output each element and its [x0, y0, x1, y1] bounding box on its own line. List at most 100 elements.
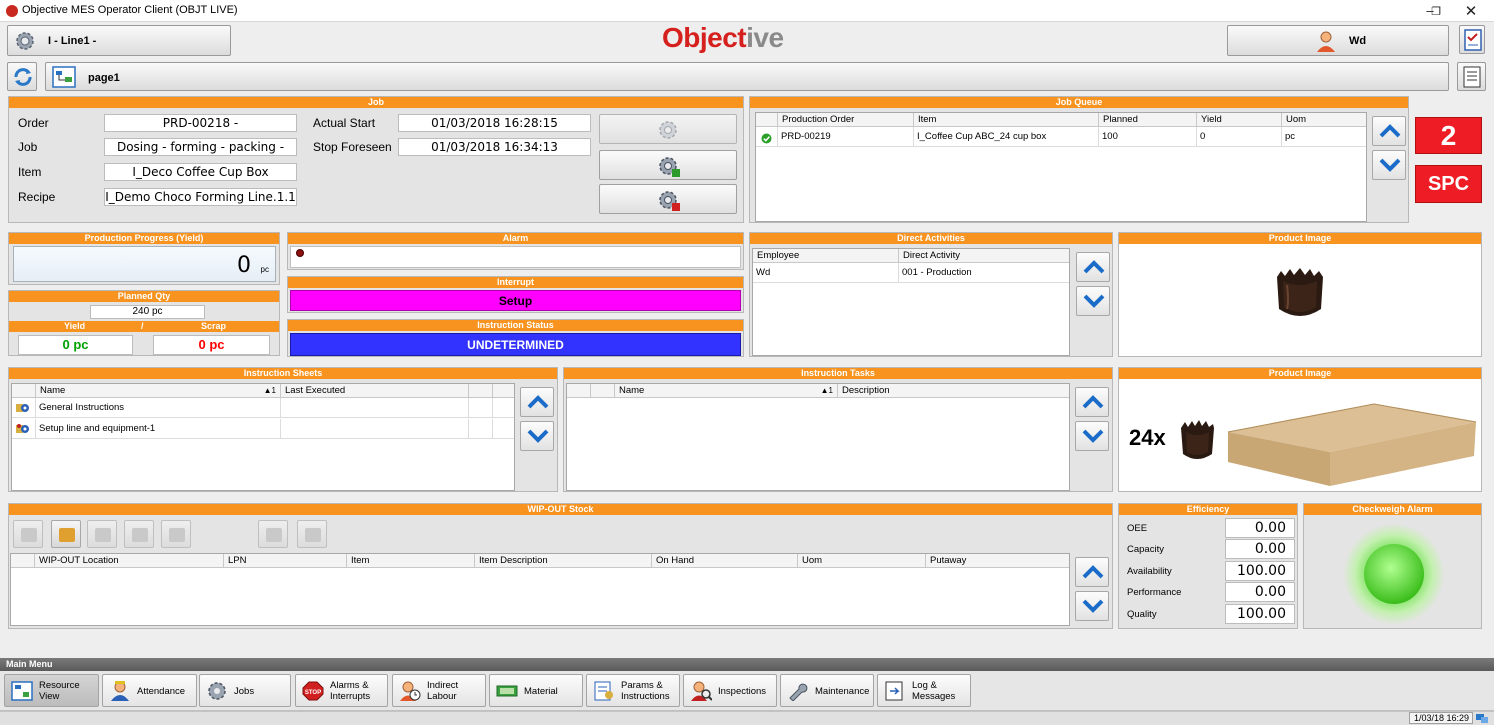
wip-col-on-hand[interactable]: On Hand — [652, 554, 798, 568]
job-queue-col-item[interactable]: Item — [914, 113, 1099, 127]
job-queue-col-planned[interactable]: Planned — [1099, 113, 1197, 127]
menu-alarms-interrupts[interactable]: STOP Alarms & Interrupts — [295, 674, 388, 707]
table-row-item[interactable]: I_Coffee Cup ABC_24 cup box — [914, 127, 1099, 147]
wip-col-lpn[interactable]: LPN — [224, 554, 347, 568]
spc-button[interactable]: SPC — [1415, 165, 1482, 203]
app-logo-icon — [6, 5, 18, 17]
checklist-button[interactable] — [1459, 25, 1485, 54]
wip-move-button[interactable] — [124, 520, 154, 548]
interrupt-value[interactable]: Setup — [290, 290, 741, 311]
job-queue-up-button[interactable] — [1372, 116, 1406, 146]
direct-activities-col-employee[interactable]: Employee — [753, 249, 899, 263]
menu-material[interactable]: Material — [489, 674, 583, 707]
wip-putaway-button[interactable] — [297, 520, 327, 548]
indirect-labour-icon — [400, 681, 421, 701]
table-row-last-executed[interactable] — [281, 419, 469, 439]
wip-col-item-description[interactable]: Item Description — [475, 554, 652, 568]
table-row-employee[interactable]: Wd — [753, 263, 899, 283]
user-button[interactable]: Wd — [1227, 25, 1449, 56]
menu-jobs[interactable]: Jobs — [199, 674, 291, 707]
table-row-activity[interactable]: 001 - Production — [899, 263, 1069, 283]
resource-view-icon — [11, 681, 33, 701]
menu-log-messages[interactable]: Log & Messages — [877, 674, 971, 707]
chevron-up-icon — [1379, 124, 1401, 138]
table-row-extra-2 — [493, 398, 514, 418]
table-row-last-executed[interactable] — [281, 398, 469, 418]
gear-icon — [14, 30, 36, 55]
direct-activities-up-button[interactable] — [1076, 252, 1110, 282]
log-messages-icon — [885, 681, 903, 701]
chevron-down-icon — [1379, 158, 1401, 172]
instruction-tasks-col-name[interactable]: Name ▲1 — [615, 384, 838, 398]
job-queue-col-yield[interactable]: Yield — [1197, 113, 1282, 127]
direct-activities-col-activity[interactable]: Direct Activity — [899, 249, 1069, 263]
instruction-sheets-col-name[interactable]: Name ▲1 — [36, 384, 281, 398]
table-row-name[interactable]: Setup line and equipment-1 — [36, 419, 281, 439]
maximize-button[interactable]: ❐ — [1426, 5, 1446, 18]
wip-col-putaway[interactable]: Putaway — [926, 554, 1069, 568]
instruction-sheets-down-button[interactable] — [520, 421, 554, 451]
chevron-down-icon — [1083, 294, 1105, 308]
instruction-sheet-icon — [16, 423, 30, 438]
table-row-uom[interactable]: pc — [1282, 127, 1366, 147]
chevron-down-icon — [527, 429, 549, 443]
chevron-up-icon — [527, 395, 549, 409]
quality-label: Quality — [1127, 609, 1157, 620]
menu-inspections[interactable]: Inspections — [683, 674, 777, 707]
job-queue-down-button[interactable] — [1372, 150, 1406, 180]
menu-label: Resource — [39, 680, 80, 691]
menu-label: Instructions — [621, 691, 670, 702]
product-image-panel-1: Product Image — [1118, 232, 1482, 357]
queue-count-badge[interactable]: 2 — [1415, 117, 1482, 154]
menu-attendance[interactable]: Attendance — [102, 674, 197, 707]
alarm-header: Alarm — [288, 233, 743, 244]
menu-indirect-labour[interactable]: Indirect Labour — [392, 674, 486, 707]
start-job-button[interactable] — [599, 114, 737, 144]
job-queue-col-status — [756, 113, 778, 127]
menu-resource-view[interactable]: Resource View — [4, 674, 99, 707]
table-row-name[interactable]: General Instructions — [36, 398, 281, 418]
instruction-tasks-up-button[interactable] — [1075, 387, 1109, 417]
table-row-planned[interactable]: 100 — [1099, 127, 1197, 147]
stop-job-button[interactable] — [599, 184, 737, 214]
wip-up-button[interactable] — [1075, 557, 1109, 587]
wip-add-button[interactable] — [13, 520, 43, 548]
menu-label: Labour — [427, 691, 457, 702]
menu-maintenance[interactable]: Maintenance — [780, 674, 874, 707]
table-row-order[interactable]: PRD-00219 — [778, 127, 914, 147]
job-queue-col-order[interactable]: Production Order — [778, 113, 914, 127]
instruction-tasks-col-description[interactable]: Description — [838, 384, 1069, 398]
table-row-yield[interactable]: 0 — [1197, 127, 1282, 147]
oee-label: OEE — [1127, 523, 1148, 534]
instruction-sheets-col-last-executed[interactable]: Last Executed — [281, 384, 469, 398]
instruction-status-panel: Instruction Status UNDETERMINED — [287, 319, 744, 357]
menu-params-instructions[interactable]: Params & Instructions — [586, 674, 680, 707]
job-queue-col-uom[interactable]: Uom — [1282, 113, 1366, 127]
direct-activities-down-button[interactable] — [1076, 286, 1110, 316]
efficiency-panel: Efficiency OEE 0.00 Capacity 0.00 Availa… — [1118, 503, 1298, 629]
instruction-sheets-up-button[interactable] — [520, 387, 554, 417]
oee-value: 0.00 — [1225, 518, 1295, 538]
pause-job-button[interactable] — [599, 150, 737, 180]
wip-new-button[interactable] — [51, 520, 81, 548]
wip-down-button[interactable] — [1075, 591, 1109, 621]
instruction-status-header: Instruction Status — [288, 320, 743, 331]
alarm-display — [290, 246, 741, 268]
planned-qty-header: Planned Qty — [9, 291, 279, 302]
wip-col-uom[interactable]: Uom — [798, 554, 926, 568]
sort-ascending-icon: ▲1 — [263, 386, 276, 395]
progress-value: 0 — [237, 253, 251, 278]
document-button[interactable] — [1457, 62, 1486, 91]
wip-col-item[interactable]: Item — [347, 554, 475, 568]
refresh-button[interactable] — [7, 62, 37, 91]
instruction-tasks-down-button[interactable] — [1075, 421, 1109, 451]
wip-delete-button[interactable] — [161, 520, 191, 548]
box-add-icon — [21, 528, 37, 542]
close-button[interactable]: ✕ — [1461, 2, 1481, 20]
wip-edit-button[interactable] — [87, 520, 117, 548]
wip-transfer-button[interactable] — [258, 520, 288, 548]
network-status-icon — [1475, 712, 1489, 724]
wip-col-location[interactable]: WIP-OUT Location — [35, 554, 224, 568]
line-selector-button[interactable]: I - Line1 - — [7, 25, 231, 56]
page-selector[interactable]: page1 — [45, 62, 1449, 91]
